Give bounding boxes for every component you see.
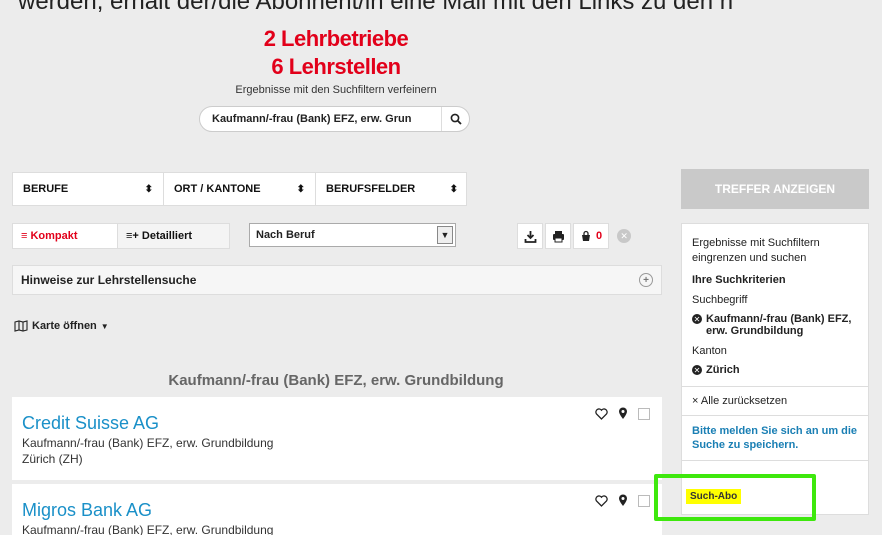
listing-card[interactable]: Migros Bank AG Kaufmann/-frau (Bank) EFZ… [12, 484, 662, 535]
sort-selected-value: Nach Beruf [256, 229, 315, 241]
card-actions [595, 407, 650, 420]
divider [682, 460, 868, 461]
heart-icon[interactable] [595, 407, 608, 420]
location: Zürich (ZH) [22, 452, 83, 466]
location-pin-icon[interactable] [618, 407, 628, 420]
view-detailed-button[interactable]: ≡+ Detailliert [118, 223, 230, 249]
filter-label: ORT / KANTONE [174, 183, 261, 195]
view-compact-button[interactable]: ≡ Kompakt [12, 223, 118, 249]
filter-label: BERUFE [23, 183, 69, 195]
canton-value: Zürich [706, 364, 740, 376]
company-name[interactable]: Migros Bank AG [22, 500, 652, 521]
bag-icon [582, 230, 590, 241]
reset-all-link[interactable]: × Alle zurücksetzen [682, 395, 868, 415]
map-toggle[interactable]: Karte öffnen ▼ [14, 320, 109, 332]
sort-updown-icon: ⬍ [144, 183, 153, 195]
sort-updown-icon: ⬍ [449, 183, 458, 195]
search-button[interactable] [441, 107, 469, 131]
card-actions [595, 494, 650, 507]
select-checkbox[interactable] [638, 494, 650, 507]
bag-count: 0 [596, 230, 603, 242]
print-button[interactable] [545, 223, 571, 249]
heart-icon[interactable] [595, 494, 608, 507]
divider [682, 386, 868, 387]
divider [682, 415, 868, 416]
hint-label: Hinweise zur Lehrstellensuche [21, 273, 197, 287]
group-title: Kaufmann/-frau (Bank) EFZ, erw. Grundbil… [168, 372, 504, 389]
search-icon [450, 113, 462, 125]
clear-icon[interactable]: ✕ [617, 229, 632, 243]
refine-text: Ergebnisse mit den Suchfiltern verfeiner… [235, 84, 437, 96]
print-icon [552, 230, 564, 242]
remove-criterion-icon[interactable]: ✕ [692, 365, 702, 375]
filter-berufe[interactable]: BERUFE ⬍ [13, 173, 164, 205]
companies-count: 2 Lehrbetriebe [263, 26, 409, 51]
positions-count: 6 Lehrstellen [271, 54, 401, 79]
filter-ort-kantone[interactable]: ORT / KANTONE ⬍ [164, 173, 316, 205]
select-checkbox[interactable] [638, 407, 650, 420]
tool-group: 0 ✕ [517, 223, 632, 249]
profession: Kaufmann/-frau (Bank) EFZ, erw. Grundbil… [22, 523, 274, 535]
search-input[interactable] [200, 113, 441, 125]
filter-berufsfelder[interactable]: BERUFSFELDER ⬍ [316, 173, 468, 205]
sort-select[interactable]: Nach Beruf ▼ [249, 223, 456, 247]
map-label: Karte öffnen [32, 320, 97, 332]
panel-intro: Ergebnisse mit Suchfiltern eingrenzen un… [692, 237, 820, 264]
search-term-value: Kaufmann/-frau (Bank) EFZ, erw. Grundbil… [706, 313, 852, 337]
listing-card[interactable]: Credit Suisse AG Kaufmann/-frau (Bank) E… [12, 397, 662, 480]
search-term-label: Suchbegriff [692, 294, 748, 306]
expand-plus-icon[interactable]: + [639, 273, 653, 287]
top-partial-text: werden, erhält der/die Abonnent/in eine … [18, 0, 734, 15]
criteria-title: Ihre Suchkriterien [692, 274, 786, 286]
download-button[interactable] [517, 223, 543, 249]
caret-down-icon: ▼ [100, 321, 109, 331]
download-icon [524, 230, 536, 243]
company-name[interactable]: Credit Suisse AG [22, 413, 652, 434]
show-results-button[interactable]: TREFFER ANZEIGEN [681, 169, 869, 209]
chevron-down-icon: ▼ [437, 226, 453, 244]
search-box [199, 106, 470, 132]
filter-label: BERUFSFELDER [326, 183, 416, 195]
result-toolbar: ≡ Kompakt ≡+ Detailliert Nach Beruf ▼ 0 … [12, 223, 662, 249]
remove-criterion-icon[interactable]: ✕ [692, 314, 702, 324]
location-pin-icon[interactable] [618, 494, 628, 507]
search-term-criterion[interactable]: ✕ Kaufmann/-frau (Bank) EFZ, erw. Grundb… [682, 313, 868, 337]
canton-criterion[interactable]: ✕ Zürich [682, 364, 868, 376]
canton-label: Kanton [692, 345, 727, 357]
map-icon [14, 320, 28, 332]
hint-panel[interactable]: Hinweise zur Lehrstellensuche + [12, 265, 662, 295]
profession: Kaufmann/-frau (Bank) EFZ, erw. Grundbil… [22, 436, 274, 450]
login-prompt-link[interactable]: Bitte melden Sie sich an um die Suche zu… [682, 424, 868, 452]
criteria-panel: Ergebnisse mit Suchfiltern eingrenzen un… [681, 223, 869, 515]
sort-updown-icon: ⬍ [296, 183, 305, 195]
filter-bar: BERUFE ⬍ ORT / KANTONE ⬍ BERUFSFELDER ⬍ [12, 172, 467, 206]
saved-bag-button[interactable]: 0 [573, 223, 610, 249]
highlight-box [654, 474, 816, 521]
